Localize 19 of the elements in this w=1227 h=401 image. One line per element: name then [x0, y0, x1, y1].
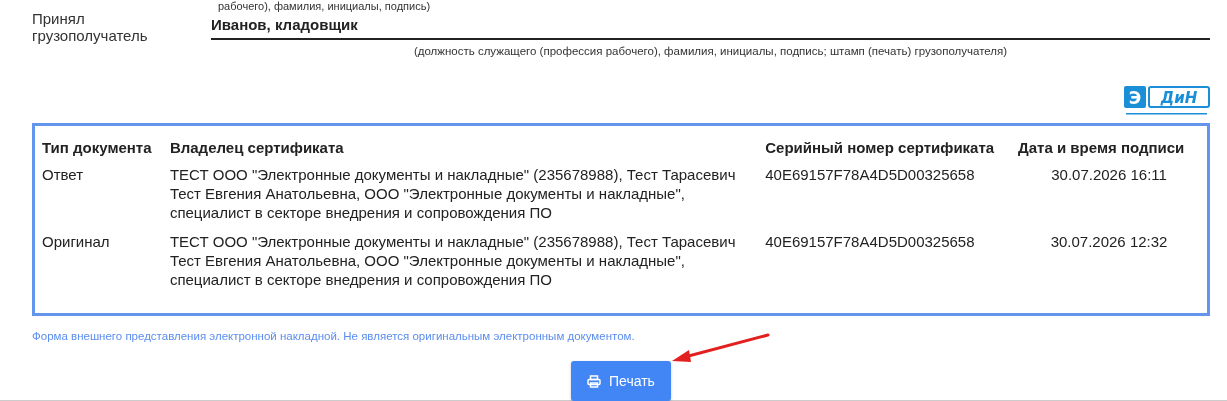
table-cell-text: 30.07.2026 12:32	[1049, 232, 1169, 252]
column-header: Тип документа	[41, 138, 153, 158]
print-button[interactable]: Печать	[571, 361, 671, 401]
field-label: Принял грузополучатель	[32, 10, 149, 46]
signature-caption: рабочего), фамилия, инициалы, подпись)	[218, 0, 431, 12]
column-header: Владелец сертификата	[168, 138, 345, 158]
table-cell-text: ТЕСТ ООО "Электронные документы и накладные" (235678988), Тест Тарасевич Тест Евгения Анатольевна, ООО "Электронные документы и накладные", специалист в секторе внедрения и сопровождения ПО	[168, 165, 737, 223]
signature-caption: (должность служащего (профессия рабочего), фамилия, инициалы, подпись; штамп (печать) грузополучателя)	[412, 45, 1009, 57]
printer-icon	[587, 374, 601, 388]
table-cell-text: 30.07.2026 16:11	[1050, 165, 1168, 185]
table-cell-text: Ответ	[41, 165, 85, 185]
table-cell-text: Оригинал	[41, 232, 111, 252]
logo: Э ДиН	[1123, 85, 1210, 117]
column-header: Дата и время подписи	[1017, 138, 1186, 158]
column-header: Серийный номер сертификата	[764, 138, 996, 158]
table-cell-text: 40E69157F78A4D5D00325658	[764, 232, 976, 252]
table-cell-text: 40E69157F78A4D5D00325658	[764, 165, 976, 185]
table-cell-text: ТЕСТ ООО "Электронные документы и накладные" (235678988), Тест Тарасевич Тест Евгения Анатольевна, ООО "Электронные документы и накладные", специалист в секторе внедрения и сопровождения ПО	[168, 232, 737, 290]
disclaimer-note: Форма внешнего представления электронной накладной. Не является оригинальным электронным документом.	[32, 330, 636, 342]
